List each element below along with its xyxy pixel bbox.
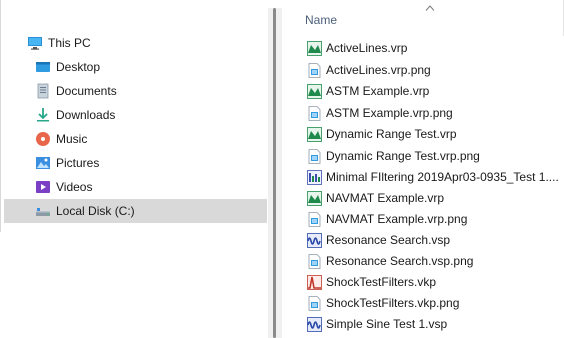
nav-item-documents[interactable]: Documents — [4, 79, 267, 103]
file-row[interactable]: Dynamic Range Test.vrp — [283, 124, 564, 145]
file-name: ActiveLines.vrp.png — [326, 63, 431, 77]
nav-item-label: Local Disk (C:) — [56, 204, 135, 218]
file-row[interactable]: Minimal FIltering 2019Apr03-0935_Test 1.… — [283, 167, 564, 188]
music-icon — [35, 131, 51, 147]
data-file-icon — [307, 170, 322, 185]
nav-item-pictures[interactable]: Pictures — [4, 151, 267, 175]
nav-item-label: Desktop — [56, 60, 101, 74]
file-row[interactable]: ASTM Example.vrp — [283, 81, 564, 102]
vrp-file-icon — [307, 41, 322, 56]
file-row[interactable]: Resonance Search.vsp.png — [283, 251, 564, 272]
videos-icon — [35, 179, 51, 195]
png-file-icon — [308, 254, 321, 269]
nav-item-desktop[interactable]: Desktop — [4, 55, 267, 79]
vrp-file-icon — [307, 191, 322, 206]
vrp-file-icon — [307, 84, 322, 99]
file-row[interactable]: Simple Sine Test 1.vsp — [283, 314, 564, 335]
nav-pane-edge — [0, 0, 1, 232]
png-file-icon — [308, 212, 321, 227]
file-row[interactable]: ShockTestFilters.vkp — [283, 272, 564, 293]
nav-item-music[interactable]: Music — [4, 127, 267, 151]
file-name: Dynamic Range Test.vrp — [326, 127, 457, 141]
vsp-file-icon — [307, 233, 322, 248]
file-row[interactable]: ASTM Example.vrp.png — [283, 103, 564, 124]
nav-item-label: Pictures — [56, 156, 100, 170]
column-header-name[interactable]: Name — [305, 13, 337, 29]
png-file-icon — [308, 63, 321, 78]
pictures-icon — [35, 155, 51, 171]
file-name: Dynamic Range Test.vrp.png — [326, 149, 480, 163]
file-row[interactable]: Resonance Search.vsp — [283, 230, 564, 251]
computer-icon — [27, 35, 43, 51]
nav-item-label: This PC — [48, 36, 91, 50]
desktop-folder-icon — [35, 59, 51, 75]
file-name: ShockTestFilters.vkp.png — [326, 296, 460, 310]
vrp-file-icon — [307, 127, 322, 142]
png-file-icon — [308, 296, 321, 311]
nav-item-label: Videos — [56, 180, 93, 194]
file-name: ASTM Example.vrp — [326, 84, 430, 98]
documents-icon — [35, 83, 51, 99]
nav-pane-scrollbar-thumb[interactable] — [273, 8, 276, 338]
nav-item-local-disk[interactable]: Local Disk (C:) — [4, 199, 267, 223]
file-name: NAVMAT Example.vrp — [326, 191, 445, 205]
vsp-file-icon — [307, 317, 322, 332]
local-disk-icon — [35, 203, 51, 219]
file-row[interactable]: ShockTestFilters.vkp.png — [283, 293, 564, 314]
file-row[interactable]: NAVMAT Example.vrp — [283, 188, 564, 209]
nav-item-videos[interactable]: Videos — [4, 175, 267, 199]
file-name: NAVMAT Example.vrp.png — [326, 212, 468, 226]
file-name: ShockTestFilters.vkp — [326, 275, 437, 289]
nav-item-label: Music — [56, 132, 88, 146]
file-name: Simple Sine Test 1.vsp — [326, 317, 448, 331]
nav-item-this-pc[interactable]: This PC — [4, 31, 267, 55]
nav-item-downloads[interactable]: Downloads — [4, 103, 267, 127]
downloads-icon — [35, 107, 51, 123]
nav-item-label: Documents — [56, 84, 117, 98]
file-row[interactable]: NAVMAT Example.vrp.png — [283, 209, 564, 230]
file-list: Name ActiveLines.vrp ActiveLines.vrp.png… — [283, 0, 564, 338]
file-row[interactable]: ActiveLines.vrp — [283, 38, 564, 59]
vkp-file-icon — [307, 275, 322, 290]
file-name: ASTM Example.vrp.png — [326, 106, 453, 120]
sort-ascending-icon — [425, 5, 435, 11]
file-row[interactable]: Dynamic Range Test.vrp.png — [283, 146, 564, 167]
nav-item-label: Downloads — [56, 108, 116, 122]
file-name: Resonance Search.vsp.png — [326, 254, 474, 268]
png-file-icon — [308, 106, 321, 121]
file-row[interactable]: ActiveLines.vrp.png — [283, 60, 564, 81]
file-name: Resonance Search.vsp — [326, 233, 451, 247]
png-file-icon — [308, 149, 321, 164]
navigation-pane: This PC Desktop Documents Downloads Musi… — [0, 0, 268, 338]
file-name: ActiveLines.vrp — [326, 41, 408, 55]
file-name: Minimal FIltering 2019Apr03-0935_Test 1.… — [326, 170, 559, 184]
